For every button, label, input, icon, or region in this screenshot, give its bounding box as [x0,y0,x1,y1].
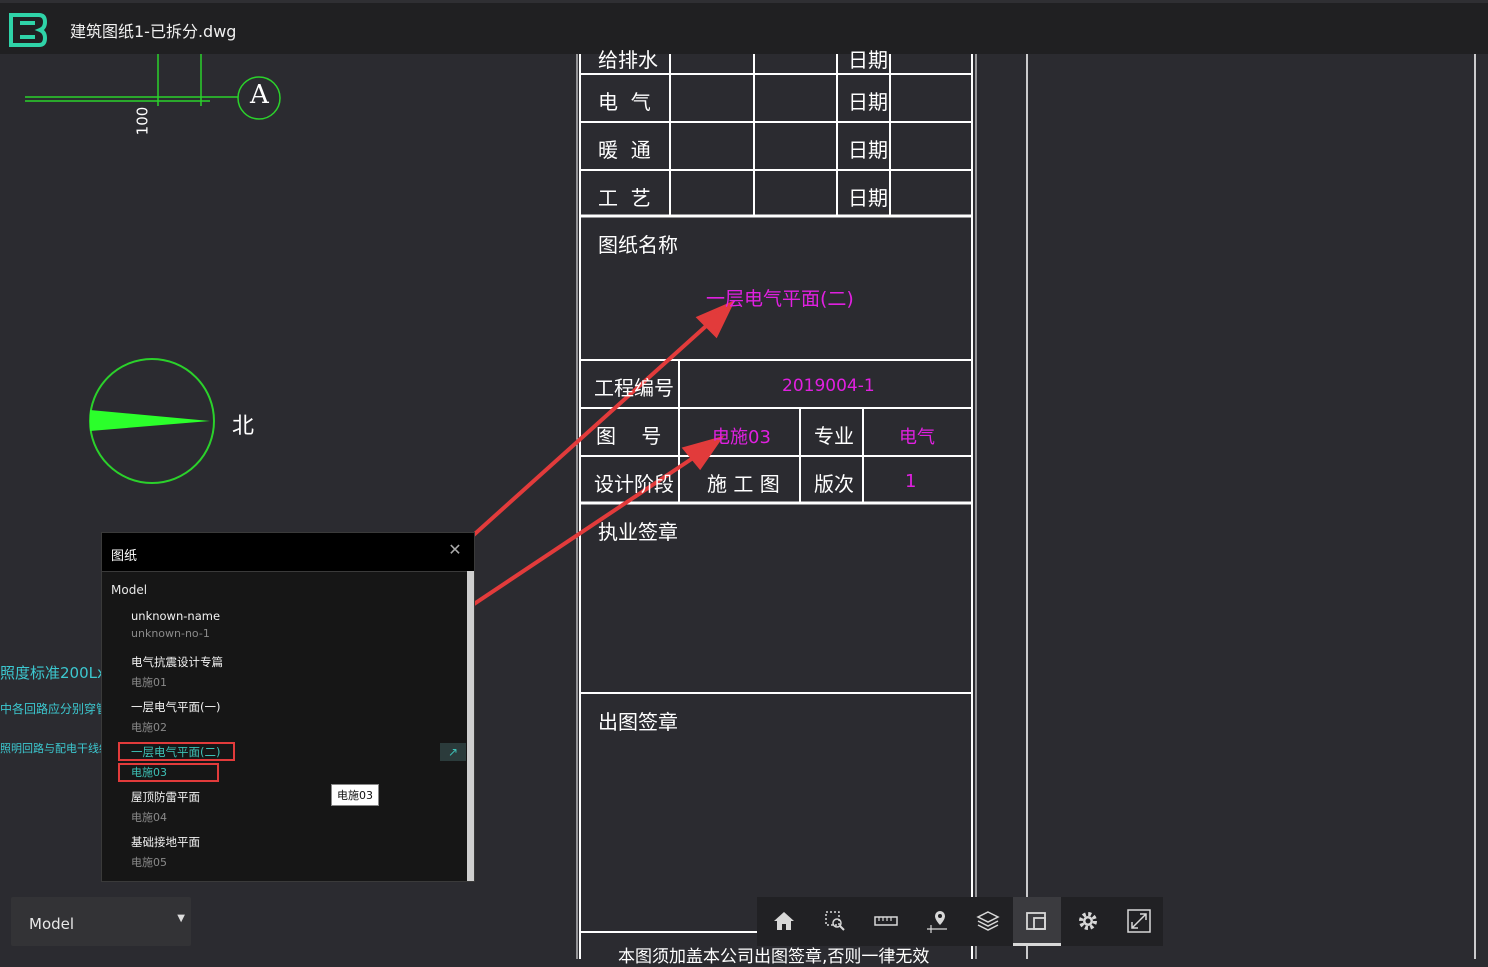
sheet-name: 电气抗震设计专篇 [131,655,223,669]
north-label: 北 [232,414,255,439]
fullscreen-button[interactable] [1116,897,1162,946]
tb-row-date: 日期 [848,186,888,210]
fullscreen-icon [1127,909,1151,933]
axis-label: A [250,80,269,110]
sheets-panel: 图纸 ✕ Model unknown-name unknown-no-1 电气抗… [101,532,475,882]
open-external-icon[interactable]: ↗ [440,743,466,761]
sheet-no-label: 图 号 [596,424,662,448]
sheet-name: 基础接地平面 [131,835,200,849]
sheet-no: 电施05 [131,856,167,869]
tb-row-partial-date: 日期 [848,48,888,72]
sheet-name: unknown-name [131,609,221,623]
close-icon[interactable]: ✕ [446,541,464,559]
sheet-item[interactable]: unknown-name unknown-no-1 [131,609,220,640]
model-select-value: Model [29,915,75,933]
sheet-item[interactable]: 一层电气平面(一) 电施02 [131,699,220,735]
panel-header: 图纸 ✕ [102,533,474,572]
title-bar: 建筑图纸1-已拆分.dwg [0,0,1488,54]
tb-row-partial: 给排水 [598,48,658,72]
project-no-label: 工程编号 [594,376,674,400]
layers-button[interactable] [965,897,1011,946]
bottom-toolbar [757,897,1163,946]
tb-row-label: 暖 通 [598,138,651,162]
drawing-name-label: 图纸名称 [598,233,678,257]
title-block [576,54,1476,959]
highlight-box-no [118,763,219,782]
note-line-2: 中各回路应分别穿管. [0,702,112,716]
measure-button[interactable] [863,897,909,946]
tb-row-date: 日期 [848,90,888,114]
sheet-no: unknown-no-1 [131,627,210,640]
panel-title: 图纸 [111,549,138,564]
sheet-no: 电施01 [131,676,167,689]
tb-row-label: 电 气 [598,90,651,114]
sheet-name: 屋顶防雷平面 [131,790,200,804]
stage-value: 施 工 图 [707,472,780,496]
zoom-window-button[interactable] [812,897,858,946]
model-select[interactable]: Model ▼ [11,897,191,946]
locate-icon [927,911,947,933]
discipline-value: 电气 [899,427,935,448]
seal-label: 执业签章 [598,520,678,544]
locate-button[interactable] [914,897,960,946]
sheet-no-value: 电施03 [712,427,771,448]
sheets-button[interactable] [1013,897,1061,946]
sheet-name: 一层电气平面(一) [131,700,221,714]
layers-icon [976,911,1000,931]
measure-icon [874,916,898,926]
north-arrow [89,358,215,484]
dimension-text: 100 [133,106,152,136]
app-logo-icon [9,13,47,47]
axis-marker [25,54,281,120]
home-icon [774,912,794,930]
revision-label: 版次 [814,472,854,496]
stage-label: 设计阶段 [594,472,674,496]
home-button[interactable] [761,897,807,946]
panel-model-item[interactable]: Model [111,583,147,597]
panel-scrollbar[interactable] [467,571,474,881]
revision-value: 1 [905,471,917,492]
sheet-item[interactable]: 屋顶防雷平面 电施04 [131,789,200,825]
tb-row-label: 工 艺 [598,186,651,210]
settings-button[interactable] [1065,897,1111,946]
drawing-name-value: 一层电气平面(二) [706,288,854,310]
tooltip: 电施03 [331,784,379,806]
file-title: 建筑图纸1-已拆分.dwg [70,22,237,41]
sheet-item[interactable]: 电气抗震设计专篇 电施01 [131,654,223,690]
sheet-no: 电施02 [131,721,167,734]
issue-seal-label: 出图签章 [598,710,678,734]
sheet-item[interactable]: 基础接地平面 电施05 [131,834,200,870]
settings-icon [1079,912,1097,930]
tb-row-date: 日期 [848,138,888,162]
zoom-window-icon [825,911,845,931]
project-no-value: 2019004-1 [782,376,875,396]
sheet-no: 电施04 [131,811,167,824]
caret-down-icon: ▼ [177,913,185,924]
sheets-icon [1026,912,1046,930]
discipline-label: 专业 [814,424,854,448]
highlight-box-name [118,742,235,761]
